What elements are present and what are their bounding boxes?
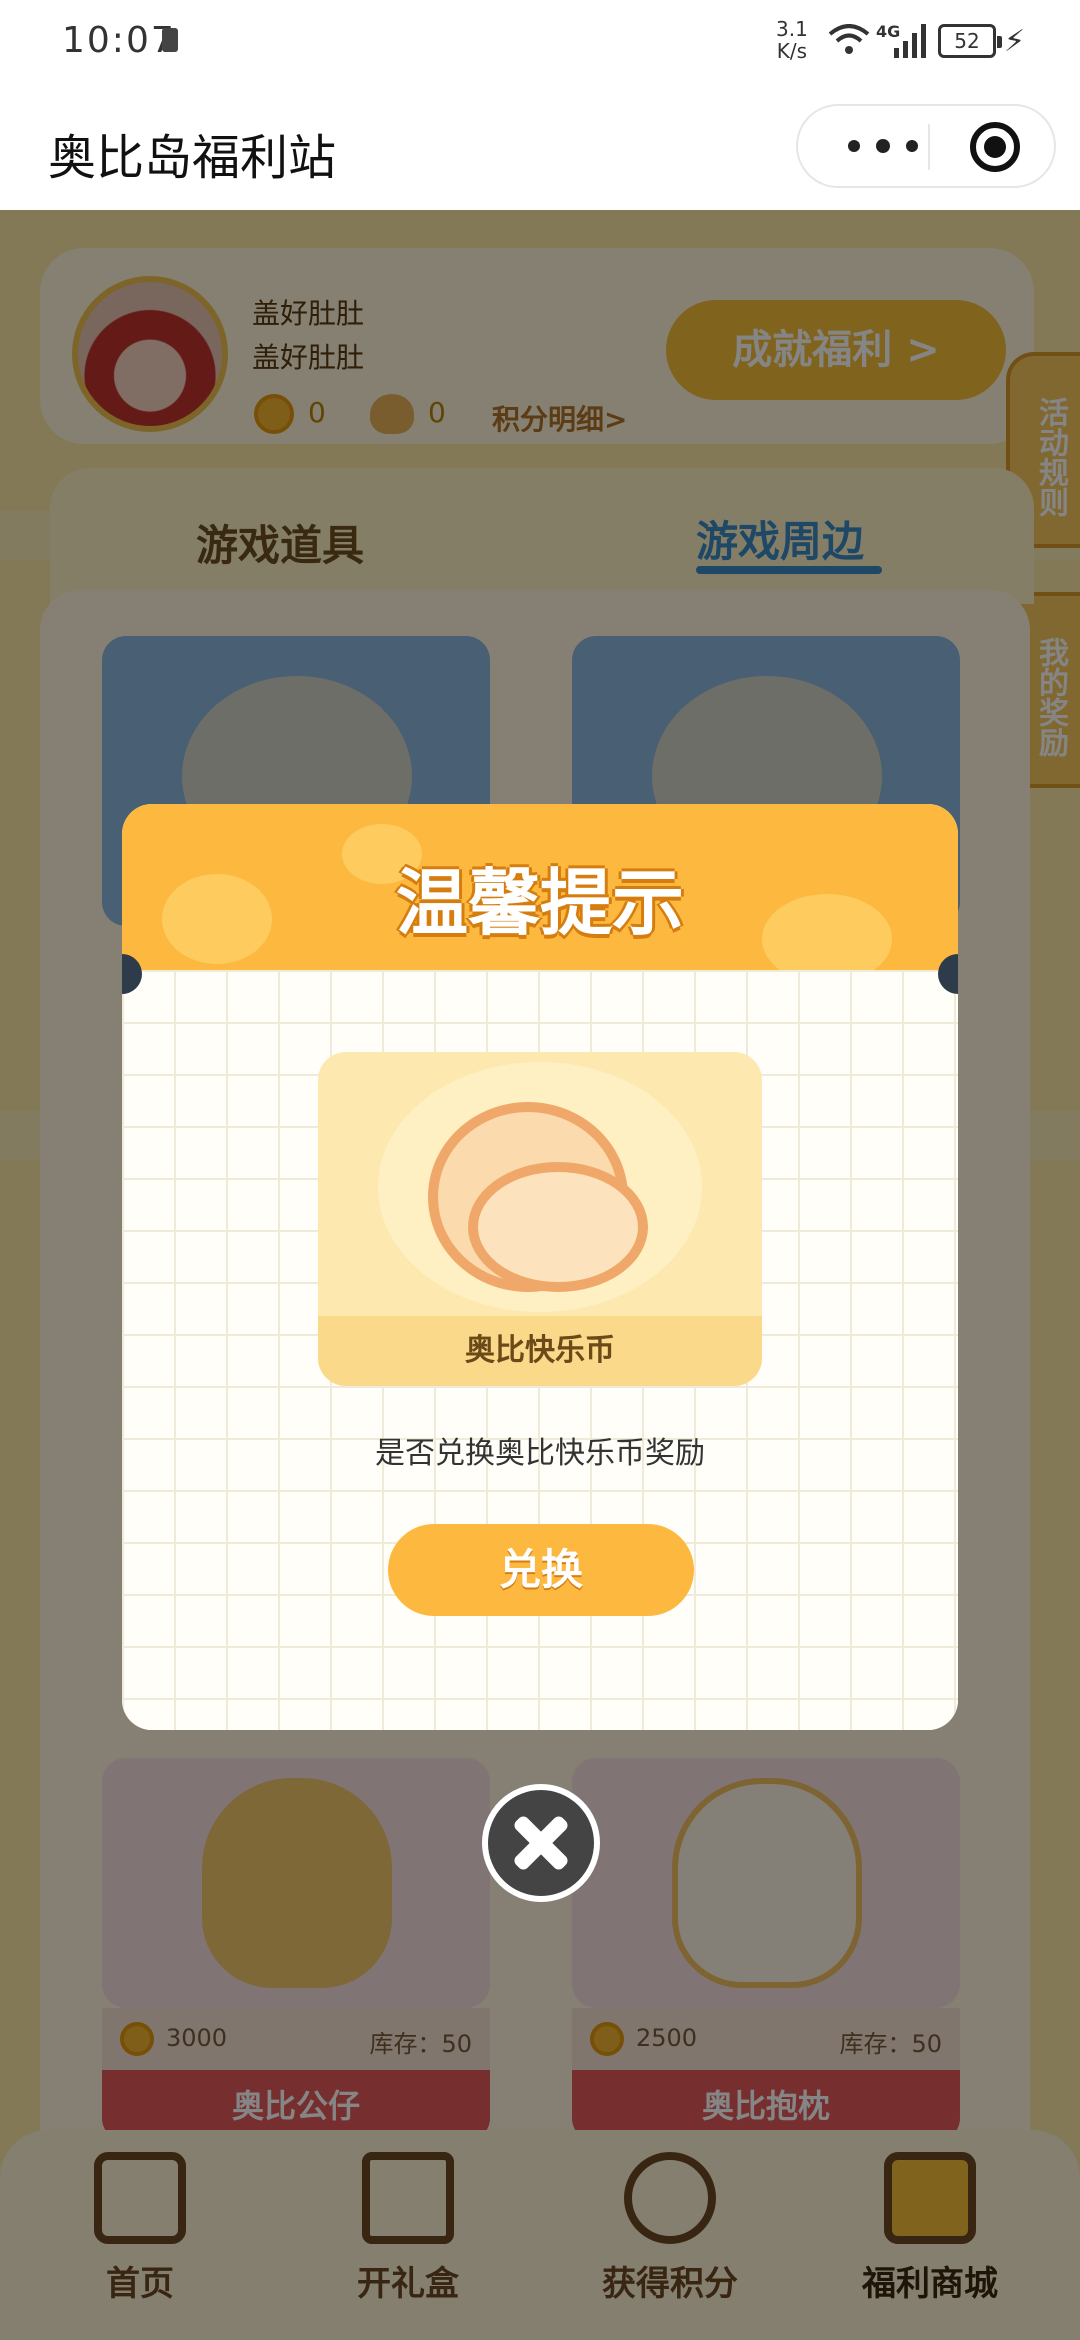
signal-icon bbox=[894, 24, 926, 58]
close-miniprogram-button[interactable] bbox=[970, 122, 1020, 172]
reward-item-card: 奥比快乐币 bbox=[318, 1052, 762, 1386]
miniprogram-capsule bbox=[796, 104, 1056, 188]
capsule-divider bbox=[928, 124, 930, 170]
exchange-dialog: 温馨提示 奥比快乐币 是否兑换奥比快乐币奖励 兑换 bbox=[122, 804, 958, 1730]
dialog-message: 是否兑换奥比快乐币奖励 bbox=[375, 1436, 705, 1471]
reward-item-name: 奥比快乐币 bbox=[318, 1316, 762, 1386]
charging-icon: ⚡ bbox=[1004, 24, 1026, 59]
network-speed: 3.1 K/s bbox=[776, 18, 808, 62]
battery-level: 52 bbox=[938, 24, 1002, 58]
title-bar: 奥比岛福利站 bbox=[0, 84, 1080, 210]
wifi-icon bbox=[828, 24, 870, 54]
lock-icon bbox=[162, 28, 178, 52]
close-dialog-button[interactable] bbox=[482, 1784, 600, 1902]
exchange-button[interactable]: 兑换 bbox=[388, 1524, 694, 1616]
speed-value: 3.1 bbox=[776, 17, 808, 41]
speed-unit: K/s bbox=[776, 39, 808, 63]
dialog-title: 温馨提示 bbox=[395, 861, 684, 945]
obi-coin-image bbox=[468, 1162, 648, 1292]
status-time: 10:07 bbox=[62, 20, 176, 61]
page-title: 奥比岛福利站 bbox=[48, 130, 337, 186]
status-bar: 10:07 3.1 K/s 4G 52 ⚡ bbox=[0, 0, 1080, 84]
more-menu-button[interactable] bbox=[838, 126, 928, 166]
